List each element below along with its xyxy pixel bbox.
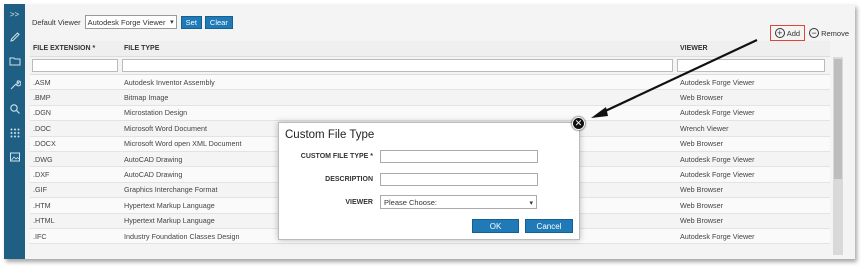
- image-icon[interactable]: [8, 150, 21, 163]
- cell-viewer: Wrench Viewer: [680, 123, 729, 133]
- description-input[interactable]: [380, 173, 538, 186]
- cell-viewer: Web Browser: [680, 200, 724, 210]
- grid-dots-icon[interactable]: [8, 126, 21, 139]
- dialog-title: Custom File Type: [285, 129, 375, 141]
- cell-viewer: Web Browser: [680, 216, 724, 226]
- minus-circle-icon: −: [809, 28, 820, 38]
- plus-circle-icon: +: [774, 28, 785, 38]
- custom-file-type-label: CUSTOM FILE TYPE *: [300, 153, 373, 160]
- cell-file-extension: .DWG: [33, 154, 53, 164]
- search-icon[interactable]: [8, 102, 21, 115]
- grid-actions: + Add − Remove: [769, 25, 849, 41]
- header-file-extension[interactable]: FILE EXTENSION *: [30, 41, 121, 56]
- default-viewer-toolbar: Default Viewer Autodesk Forge Viewer ▾ S…: [32, 15, 236, 29]
- app-window: >> Default Viewer Autodesk Forge Viewer …: [4, 4, 855, 259]
- cell-file-extension: .ASM: [33, 77, 51, 87]
- description-label: DESCRIPTION: [325, 176, 373, 183]
- close-icon[interactable]: ✕: [572, 117, 585, 130]
- set-button[interactable]: Set: [180, 15, 202, 29]
- annotation-arrow: [591, 39, 758, 118]
- remove-button[interactable]: − Remove: [809, 28, 849, 38]
- cell-file-extension: .DGN: [33, 108, 51, 118]
- default-viewer-label: Default Viewer: [32, 17, 81, 27]
- grid-scrollbar[interactable]: [833, 57, 843, 255]
- ok-button[interactable]: OK: [472, 219, 519, 233]
- pencil-icon[interactable]: [8, 30, 21, 43]
- cell-file-extension: .HTM: [33, 200, 51, 210]
- chevron-down-icon: ▾: [170, 19, 174, 26]
- cell-file-extension: .DXF: [33, 170, 50, 180]
- cell-file-extension: .DOC: [33, 123, 51, 133]
- wrench-icon[interactable]: [8, 78, 21, 91]
- viewer-select[interactable]: Please Choose: ▾: [380, 195, 537, 209]
- chevron-down-icon: ▾: [529, 200, 533, 207]
- cell-file-extension: .GIF: [33, 185, 47, 195]
- cell-file-extension: .IFC: [33, 231, 47, 241]
- cell-viewer: Autodesk Forge Viewer: [680, 170, 755, 180]
- add-button[interactable]: + Add: [769, 25, 806, 41]
- default-viewer-value: Autodesk Forge Viewer: [87, 17, 166, 27]
- cell-file-extension: .DOCX: [33, 139, 56, 149]
- clear-button[interactable]: Clear: [204, 15, 233, 29]
- add-label: Add: [786, 28, 801, 38]
- custom-file-type-dialog: Custom File Type ✕ CUSTOM FILE TYPE * DE…: [278, 117, 585, 240]
- scroll-thumb[interactable]: [834, 59, 842, 179]
- cell-file-extension: .BMP: [33, 93, 51, 103]
- expand-nav-icon[interactable]: >>: [8, 8, 21, 21]
- cell-viewer: Autodesk Forge Viewer: [680, 154, 755, 164]
- cancel-button[interactable]: Cancel: [525, 219, 573, 233]
- left-nav: >>: [4, 4, 25, 259]
- viewer-select-value: Please Choose:: [384, 197, 437, 207]
- folder-icon[interactable]: [8, 54, 21, 67]
- custom-file-type-input[interactable]: [380, 150, 538, 163]
- filter-file-extension-input[interactable]: [32, 59, 118, 72]
- viewer-label: VIEWER: [345, 199, 373, 206]
- default-viewer-select[interactable]: Autodesk Forge Viewer ▾: [84, 15, 177, 29]
- cell-viewer: Web Browser: [680, 185, 724, 195]
- cell-file-extension: .HTML: [33, 216, 55, 226]
- cell-viewer: Autodesk Forge Viewer: [680, 231, 755, 241]
- cell-viewer: Web Browser: [680, 139, 724, 149]
- remove-label: Remove: [821, 28, 849, 38]
